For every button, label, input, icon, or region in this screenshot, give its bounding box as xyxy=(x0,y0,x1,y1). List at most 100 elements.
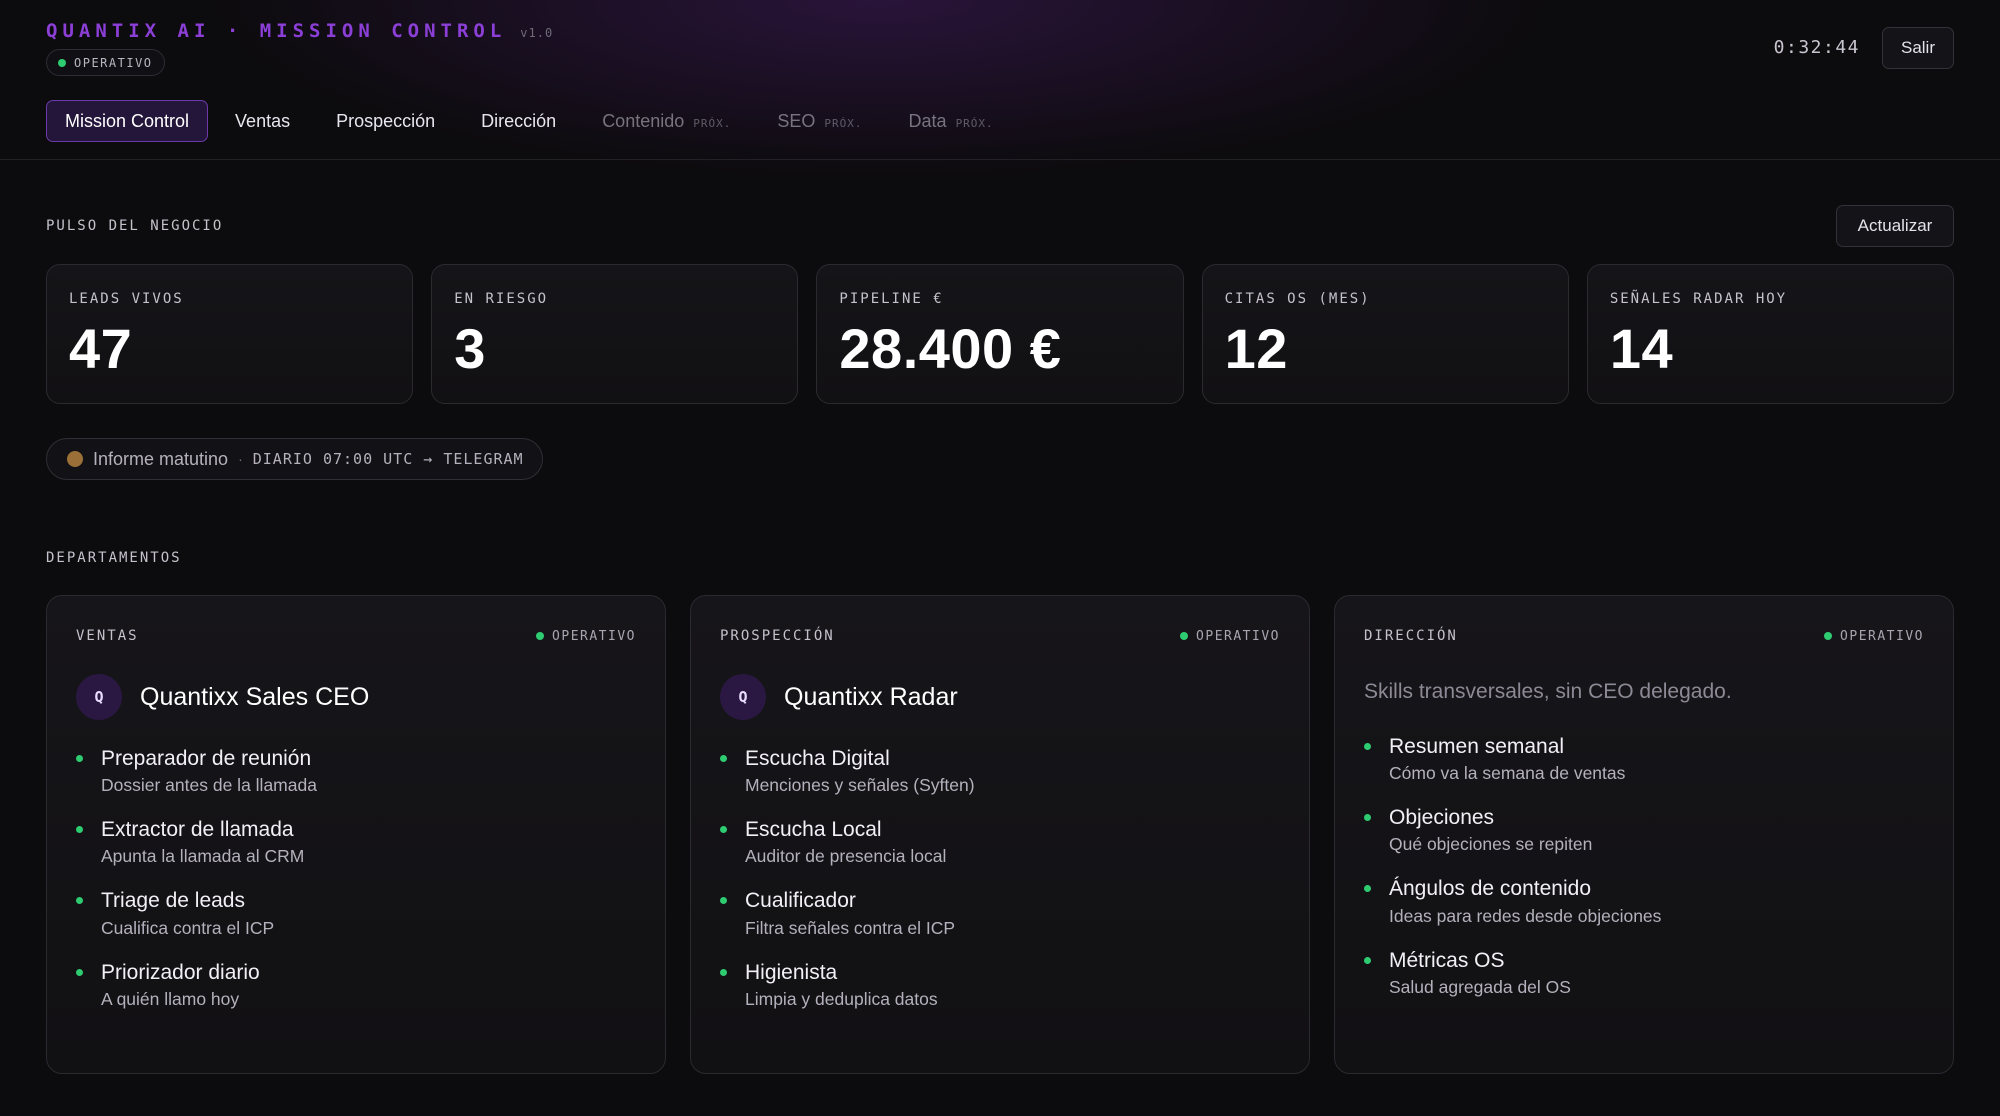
kpi-value: 12 xyxy=(1224,317,1288,380)
report-title: Informe matutino xyxy=(93,448,229,469)
kpi-card-leads: LEADS VIVOS 47 xyxy=(46,264,414,404)
skill-item[interactable]: Extractor de llamada Apunta la llamada al… xyxy=(76,817,636,867)
tab-direccion[interactable]: Dirección xyxy=(462,100,575,142)
skill-item[interactable]: Objeciones Qué objeciones se repiten xyxy=(1364,805,1924,855)
agent-avatar: Q xyxy=(76,674,122,720)
tab-contenido[interactable]: Contenido PRÓX. xyxy=(583,100,750,142)
status-dot-icon xyxy=(536,632,545,640)
skill-title: Cualificador xyxy=(745,889,856,913)
skill-list: Preparador de reunión Dossier antes de la… xyxy=(76,746,636,1010)
refresh-button[interactable]: Actualizar xyxy=(1836,205,1954,247)
bullet-icon xyxy=(720,755,727,762)
skill-description: A quién llamo hoy xyxy=(101,988,240,1009)
agent-row: Q Quantixx Radar xyxy=(720,674,1280,720)
skill-title: Escucha Local xyxy=(745,818,882,842)
dept-name: PROSPECCIÓN xyxy=(720,628,835,644)
dept-card-prospeccion[interactable]: PROSPECCIÓN OPERATIVO Q Quantixx Radar E… xyxy=(690,595,1310,1074)
status-dot-icon xyxy=(58,58,66,67)
skill-item[interactable]: Resumen semanal Cómo va la semana de vent… xyxy=(1364,734,1924,784)
status-dot-icon xyxy=(1824,632,1833,640)
skill-item[interactable]: Escucha Local Auditor de presencia local xyxy=(720,817,1280,867)
app-version: v1.0 xyxy=(520,26,554,40)
tab-prospeccion[interactable]: Prospección xyxy=(317,100,454,142)
skill-item[interactable]: Preparador de reunión Dossier antes de la… xyxy=(76,746,636,796)
dept-name: DIRECCIÓN xyxy=(1364,628,1458,644)
skill-title: Escucha Digital xyxy=(745,747,890,770)
skill-item[interactable]: Priorizador diario A quién llamo hoy xyxy=(76,960,636,1010)
status-dot-icon xyxy=(1180,632,1189,640)
pulse-section-title: PULSO DEL NEGOCIO xyxy=(46,218,224,234)
brand: QUANTIX AI · MISSION CONTROL v1.0 xyxy=(46,20,553,42)
dept-status-label: OPERATIVO xyxy=(1840,628,1924,644)
tab-mission-control[interactable]: Mission Control xyxy=(46,100,209,142)
dept-status-badge: OPERATIVO xyxy=(536,629,636,644)
skill-list: Escucha Digital Menciones y señales (Syft… xyxy=(720,746,1280,1010)
dept-card-ventas[interactable]: VENTAS OPERATIVO Q Quantixx Sales CEO Pr… xyxy=(46,595,666,1074)
kpi-label: PIPELINE € xyxy=(839,291,944,307)
skill-description: Ideas para redes desde objeciones xyxy=(1389,905,1662,926)
skill-description: Filtra señales contra el ICP xyxy=(745,917,956,938)
skill-description: Menciones y señales (Syften) xyxy=(745,775,975,796)
dept-card-direccion[interactable]: DIRECCIÓN OPERATIVO Skills transversales… xyxy=(1334,595,1954,1074)
skill-description: Limpia y deduplica datos xyxy=(745,988,938,1009)
agent-name: Quantixx Sales CEO xyxy=(140,682,370,711)
kpi-card-pipeline: PIPELINE € 28.400 € xyxy=(816,264,1184,404)
logout-button[interactable]: Salir xyxy=(1882,27,1954,69)
tab-label: Data xyxy=(908,110,947,131)
report-status-dot-icon xyxy=(67,451,83,467)
departments-section-title: DEPARTAMENTOS xyxy=(46,550,182,566)
report-separator: · xyxy=(238,451,243,467)
skill-title: Extractor de llamada xyxy=(101,818,294,842)
bullet-icon xyxy=(720,826,727,834)
coming-soon-badge: PRÓX. xyxy=(693,116,732,130)
skill-item[interactable]: Higienista Limpia y deduplica datos xyxy=(720,960,1280,1010)
tab-label: Prospección xyxy=(336,110,436,131)
header-divider xyxy=(0,159,2000,160)
system-status-badge: OPERATIVO xyxy=(46,49,165,76)
morning-report-pill[interactable]: Informe matutino · DIARIO 07:00 UTC → TE… xyxy=(46,438,543,480)
bullet-icon xyxy=(76,968,83,976)
skill-item[interactable]: Triage de leads Cualifica contra el ICP xyxy=(76,888,636,938)
tab-ventas[interactable]: Ventas xyxy=(216,100,309,142)
dept-description: Skills transversales, sin CEO delegado. xyxy=(1364,680,1732,703)
skill-description: Cómo va la semana de ventas xyxy=(1389,763,1626,784)
coming-soon-badge: PRÓX. xyxy=(824,116,863,130)
kpi-label: LEADS VIVOS xyxy=(69,291,184,307)
dept-status-label: OPERATIVO xyxy=(1196,628,1280,644)
tab-data[interactable]: Data PRÓX. xyxy=(890,100,1013,142)
skill-item[interactable]: Escucha Digital Menciones y señales (Syft… xyxy=(720,746,1280,796)
kpi-card-radar-signals: SEÑALES RADAR HOY 14 xyxy=(1586,264,1955,404)
skill-description: Auditor de presencia local xyxy=(745,846,947,867)
tab-label: Contenido xyxy=(602,110,685,131)
skill-description: Dossier antes de la llamada xyxy=(101,775,317,796)
bullet-icon xyxy=(76,897,83,905)
dept-status-label: OPERATIVO xyxy=(552,628,636,644)
bullet-icon xyxy=(76,826,83,834)
skill-title: Priorizador diario xyxy=(101,960,260,984)
skill-description: Qué objeciones se repiten xyxy=(1389,834,1593,855)
skill-list: Resumen semanal Cómo va la semana de vent… xyxy=(1364,734,1924,998)
kpi-value: 3 xyxy=(454,317,486,380)
app-title: QUANTIX AI · MISSION CONTROL xyxy=(46,20,507,42)
session-clock: 0:32:44 xyxy=(1773,37,1860,58)
skill-title: Preparador de reunión xyxy=(101,747,312,770)
kpi-row: LEADS VIVOS 47 EN RIESGO 3 PIPELINE € 28… xyxy=(46,264,1955,404)
dept-name: VENTAS xyxy=(76,628,139,644)
skill-title: Objeciones xyxy=(1389,806,1495,830)
bullet-icon xyxy=(720,968,727,976)
kpi-value: 47 xyxy=(69,317,133,380)
kpi-value: 14 xyxy=(1609,317,1674,380)
skill-item[interactable]: Métricas OS Salud agregada del OS xyxy=(1364,948,1924,998)
kpi-label: CITAS OS (MES) xyxy=(1224,291,1371,307)
skill-title: Triage de leads xyxy=(101,889,245,913)
tab-seo[interactable]: SEO PRÓX. xyxy=(758,100,881,142)
bullet-icon xyxy=(1364,956,1371,964)
kpi-card-risk: EN RIESGO 3 xyxy=(431,264,799,404)
skill-title: Ángulos de contenido xyxy=(1389,877,1591,901)
dept-status-badge: OPERATIVO xyxy=(1180,629,1280,644)
skill-title: Métricas OS xyxy=(1389,948,1505,972)
skill-item[interactable]: Cualificador Filtra señales contra el ICP xyxy=(720,888,1280,938)
main-nav: Mission Control Ventas Prospección Direc… xyxy=(46,100,1013,142)
bullet-icon xyxy=(76,755,83,762)
skill-item[interactable]: Ángulos de contenido Ideas para redes des… xyxy=(1364,876,1924,926)
